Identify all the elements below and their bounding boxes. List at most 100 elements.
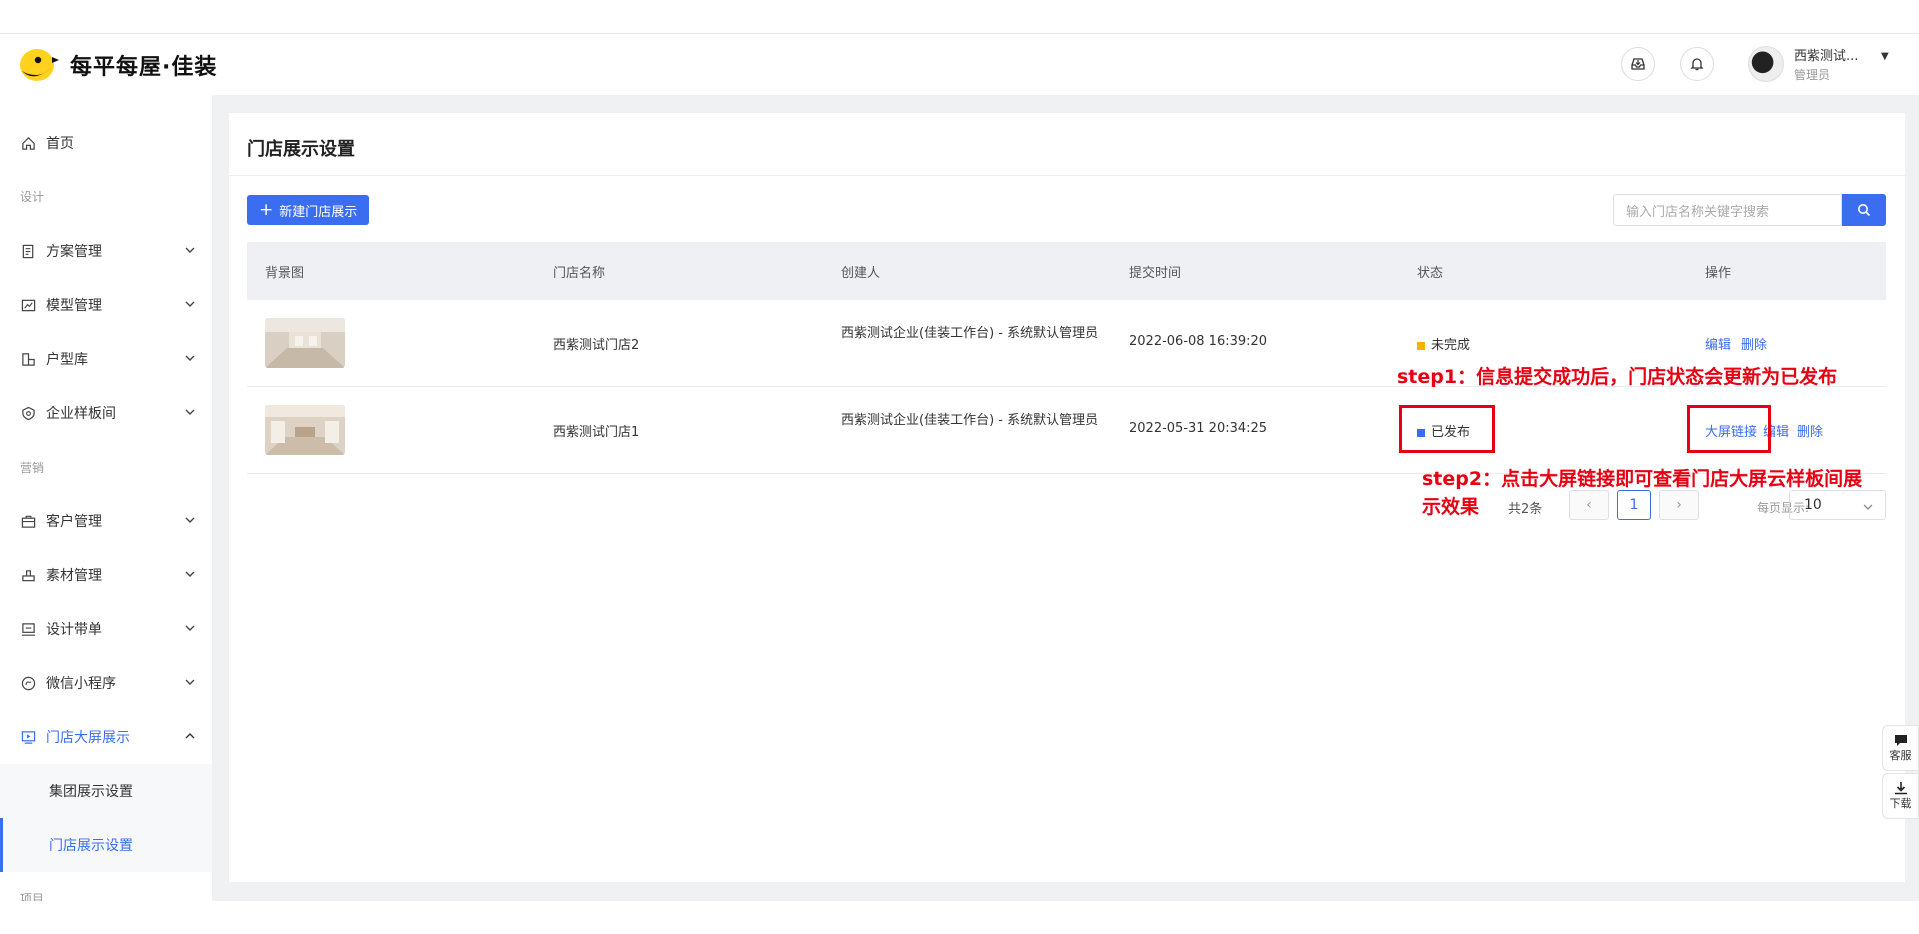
download-label: 下载 — [1889, 797, 1912, 810]
delete-link[interactable]: 删除 — [1741, 338, 1767, 353]
sidebar: 首页 设计 方案管理 模型管理 户型库 企业样板间 营销 客户管理 素材管理 设… — [0, 95, 212, 901]
delete-link[interactable]: 删除 — [1797, 425, 1823, 440]
sidebar-subitem-store-display[interactable]: 门店展示设置 — [0, 818, 212, 872]
logo[interactable]: 每平每屋·佳装 — [18, 45, 217, 85]
sidebar-item-label: 客户管理 — [46, 514, 102, 530]
sidebar-item-plans[interactable]: 方案管理 — [0, 224, 212, 278]
new-store-display-button[interactable]: + 新建门店展示 — [247, 195, 370, 225]
chevron-down-icon — [185, 679, 195, 685]
logo-bird-icon — [20, 49, 59, 81]
chevron-down-icon — [185, 247, 195, 253]
section-label-design: 设计 — [20, 190, 45, 204]
chevron-down-icon — [185, 625, 195, 631]
chevron-right-icon: › — [1676, 497, 1682, 513]
chevron-down-icon — [185, 301, 195, 307]
store-name: 西紫测试门店2 — [553, 338, 640, 353]
edit-link[interactable]: 编辑 — [1705, 338, 1731, 353]
briefcase-icon — [20, 513, 36, 529]
user-menu[interactable]: 西紫测试... 管理员 ▼ — [1748, 45, 1889, 83]
annotation-step2-line1: step2：点击大屏链接即可查看门店大屏云样板间展 — [1422, 468, 1863, 490]
download-icon — [1894, 782, 1907, 795]
shield-icon — [20, 405, 36, 421]
column-header: 提交时间 — [1129, 266, 1182, 281]
sidebar-item-showrooms[interactable]: 企业样板间 — [0, 386, 212, 440]
monitor-icon — [20, 621, 36, 637]
sidebar-item-models[interactable]: 模型管理 — [0, 278, 212, 332]
floorplan-icon — [20, 351, 36, 367]
chevron-down-icon — [185, 409, 195, 415]
sidebar-item-home[interactable]: 首页 — [0, 116, 212, 170]
sidebar-item-label: 模型管理 — [46, 298, 102, 314]
bell-icon[interactable] — [1680, 47, 1714, 81]
annotation-step1: step1：信息提交成功后，门店状态会更新为已发布 — [1397, 366, 1838, 388]
creator: 西紫测试企业(佳装工作台) - 系统默认管理员 — [841, 413, 1099, 428]
logo-text: 每平每屋·佳装 — [70, 55, 218, 80]
sidebar-item-label: 企业样板间 — [46, 406, 116, 422]
chevron-down-icon — [185, 517, 195, 523]
search-button[interactable] — [1842, 194, 1886, 226]
status-text: 未完成 — [1431, 338, 1471, 353]
sidebar-item-customers[interactable]: 客户管理 — [0, 494, 212, 548]
sidebar-item-label: 方案管理 — [46, 244, 102, 260]
chevron-down-icon — [185, 355, 195, 361]
main-card: 门店展示设置 + 新建门店展示 输入门店名称关键字搜索 背景图 门店名称 创建人… — [229, 113, 1905, 882]
status-dot — [1417, 341, 1425, 350]
column-header: 状态 — [1417, 266, 1444, 281]
plus-icon: + — [259, 199, 274, 220]
submit-time: 2022-05-31 20:34:25 — [1129, 421, 1268, 436]
sidebar-item-mini-program[interactable]: 微信小程序 — [0, 656, 212, 710]
sidebar-item-floorplans[interactable]: 户型库 — [0, 332, 212, 386]
chart-line-icon — [20, 297, 36, 313]
document-icon — [20, 243, 36, 259]
creator: 西紫测试企业(佳装工作台) - 系统默认管理员 — [841, 326, 1099, 341]
sidebar-item-design-orders[interactable]: 设计带单 — [0, 602, 212, 656]
sidebar-subitem-group-display[interactable]: 集团展示设置 — [0, 764, 212, 818]
pagination-total: 共2条 — [1508, 502, 1543, 517]
section-label-project: 项目 — [20, 892, 45, 901]
sidebar-item-label: 微信小程序 — [46, 676, 116, 692]
search-input[interactable]: 输入门店名称关键字搜索 — [1613, 194, 1842, 226]
annotation-box-big-screen-link — [1687, 405, 1771, 453]
stamp-icon — [20, 567, 36, 583]
user-role: 管理员 — [1794, 68, 1831, 82]
section-label-marketing: 营销 — [20, 461, 45, 475]
top-strip — [0, 0, 1919, 34]
chevron-down-icon — [1863, 504, 1873, 510]
background-thumbnail[interactable] — [265, 318, 345, 368]
row-actions: 编辑 删除 — [1705, 334, 1777, 353]
annotation-box-status — [1399, 405, 1495, 453]
chevron-up-icon — [185, 733, 195, 739]
table-header: 背景图 门店名称 创建人 提交时间 状态 操作 — [247, 242, 1886, 300]
sidebar-item-label: 设计带单 — [46, 622, 102, 638]
search-icon — [1858, 204, 1871, 217]
avatar — [1748, 46, 1784, 82]
column-header: 门店名称 — [553, 266, 606, 281]
background-thumbnail[interactable] — [265, 405, 345, 455]
customer-service-button[interactable]: 客服 — [1882, 725, 1919, 771]
sidebar-subitem-label: 门店展示设置 — [49, 838, 133, 854]
sidebar-item-store-screen[interactable]: 门店大屏展示 — [0, 710, 212, 764]
sidebar-item-materials[interactable]: 素材管理 — [0, 548, 212, 602]
page-title: 门店展示设置 — [247, 139, 355, 160]
chevron-down-icon — [185, 571, 195, 577]
status-badge: 未完成 — [1417, 334, 1470, 353]
home-icon — [20, 135, 36, 151]
store-name: 西紫测试门店1 — [553, 425, 640, 440]
inbox-icon[interactable] — [1621, 47, 1655, 81]
sidebar-item-label: 首页 — [46, 136, 74, 152]
caret-down-icon: ▼ — [1881, 51, 1889, 62]
download-button[interactable]: 下载 — [1882, 773, 1919, 819]
sidebar-item-label: 素材管理 — [46, 568, 102, 584]
column-header: 背景图 — [265, 266, 305, 281]
customer-service-label: 客服 — [1889, 749, 1912, 762]
sidebar-subitem-label: 集团展示设置 — [49, 784, 133, 800]
app-header: 每平每屋·佳装 西紫测试... 管理员 ▼ — [0, 35, 1919, 95]
next-page-button[interactable]: › — [1659, 490, 1699, 520]
chevron-left-icon: ‹ — [1586, 497, 1592, 513]
per-page-select[interactable]: 10 — [1789, 490, 1886, 520]
prev-page-button[interactable]: ‹ — [1569, 490, 1609, 520]
page-number[interactable]: 1 — [1617, 490, 1651, 520]
sidebar-item-label: 门店大屏展示 — [46, 730, 130, 746]
submit-time: 2022-06-08 16:39:20 — [1129, 334, 1268, 349]
mini-program-icon — [20, 675, 36, 691]
